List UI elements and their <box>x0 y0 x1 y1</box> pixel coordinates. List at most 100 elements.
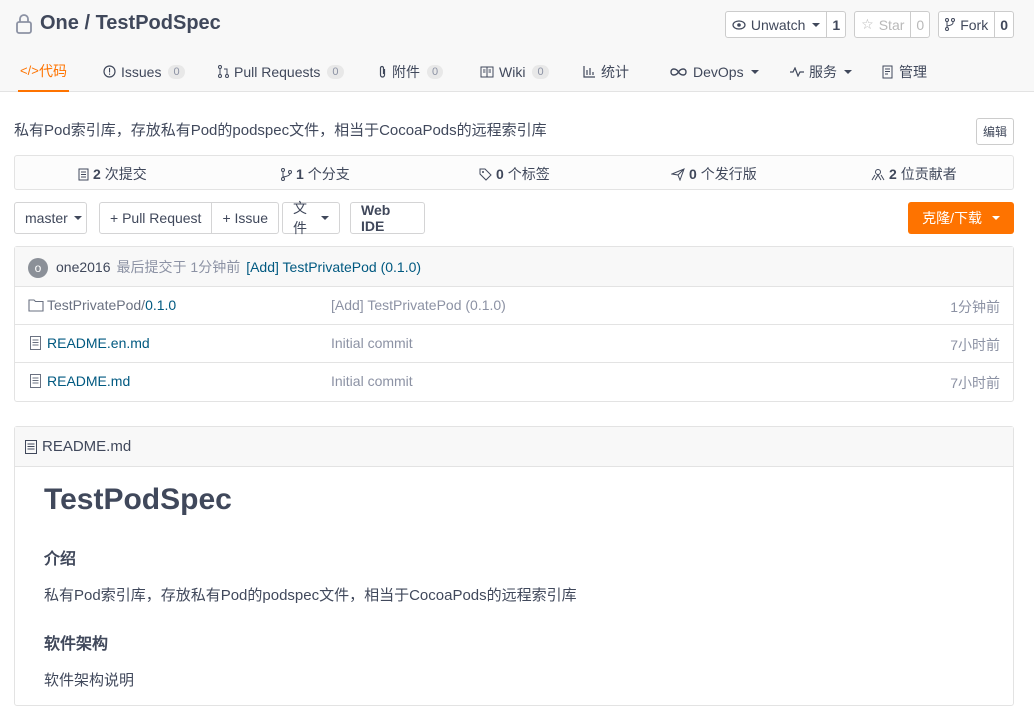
fork-count[interactable]: 0 <box>995 12 1013 37</box>
branch-icon <box>281 167 292 181</box>
clone-download-label: 克隆/下载 <box>922 210 982 226</box>
commit-time: 最后提交于 1分钟前 <box>116 258 241 275</box>
attachment-icon <box>379 65 386 78</box>
web-ide-button[interactable]: Web IDE <box>350 202 425 234</box>
file-name[interactable]: TestPrivatePod/0.1.0 <box>47 297 176 313</box>
stat-commits-count: 2 <box>93 166 101 182</box>
tab-devops[interactable]: DevOps <box>669 51 759 92</box>
contributors-icon <box>871 168 885 180</box>
tab-issues-count: 0 <box>168 64 185 79</box>
star-icon: ☆ <box>861 16 874 32</box>
file-commit-message[interactable]: Initial commit <box>331 373 413 389</box>
tab-service-label: 服务 <box>809 63 837 80</box>
star-button[interactable]: ☆ Star 0 <box>854 11 931 38</box>
table-row[interactable]: README.md Initial commit 7小时前 <box>15 363 1013 401</box>
branch-select[interactable]: master <box>14 202 87 234</box>
stat-contributors[interactable]: 2 位贡献者 <box>871 164 957 184</box>
chevron-down-icon <box>750 69 759 74</box>
lock-icon <box>16 13 32 34</box>
stat-tags-count: 0 <box>496 166 504 182</box>
service-icon <box>790 66 804 77</box>
file-commit-message[interactable]: Initial commit <box>331 335 413 351</box>
file-icon <box>30 374 41 388</box>
tab-issues-label: Issues <box>121 63 162 80</box>
release-icon <box>671 167 685 181</box>
tab-attachments-label: 附件 <box>392 63 420 80</box>
fork-icon <box>945 18 956 31</box>
tag-icon <box>479 168 492 181</box>
tab-attachments[interactable]: 附件 0 <box>378 51 444 92</box>
last-commit-row: o one2016 最后提交于 1分钟前 [Add] TestPrivatePo… <box>15 247 1013 287</box>
new-issue-button[interactable]: + Issue <box>211 203 278 233</box>
file-commit-time: 1分钟前 <box>950 299 1000 315</box>
readme-header: README.md <box>15 427 1013 467</box>
fork-label: Fork <box>960 16 989 33</box>
repo-actions: Unwatch 1 ☆ Star 0 Fork 0 <box>724 11 1014 38</box>
stat-branches[interactable]: 1 个分支 <box>281 164 350 184</box>
file-name[interactable]: README.en.md <box>47 335 150 351</box>
chevron-down-icon <box>844 69 852 74</box>
readme-intro-text: 私有Pod索引库，存放私有Pod的podspec文件，相当于CocoaPods的… <box>44 587 577 604</box>
chevron-down-icon <box>812 22 821 27</box>
issue-icon <box>103 65 116 78</box>
pull-request-icon <box>218 65 229 78</box>
tab-code[interactable]: </> 代码 <box>18 51 69 92</box>
star-count[interactable]: 0 <box>911 12 929 37</box>
chevron-down-icon <box>73 216 82 220</box>
table-row[interactable]: README.en.md Initial commit 7小时前 <box>15 325 1013 363</box>
tab-devops-label: DevOps <box>693 63 744 80</box>
watch-count[interactable]: 1 <box>827 12 845 37</box>
tab-wiki[interactable]: Wiki 0 <box>480 51 549 92</box>
watch-button[interactable]: Unwatch 1 <box>724 11 847 38</box>
repo-stats-bar: 2 次提交 1 个分支 0 个标签 0 个发行版 2 位贡献者 <box>14 155 1014 190</box>
branch-select-label: master <box>25 210 68 226</box>
file-name[interactable]: README.md <box>47 373 130 389</box>
commit-message[interactable]: [Add] TestPrivatePod (0.1.0) <box>246 259 421 275</box>
code-icon: </> <box>20 63 39 78</box>
folder-path: TestPrivatePod/ <box>47 297 146 313</box>
repo-header: One / TestPodSpec Unwatch 1 ☆ Star 0 For… <box>0 0 1034 92</box>
stat-commits-label: 次提交 <box>104 166 147 182</box>
fork-button[interactable]: Fork 0 <box>938 11 1014 38</box>
wiki-icon <box>480 66 494 77</box>
repo-description: 私有Pod索引库，存放私有Pod的podspec文件，相当于CocoaPods的… <box>14 122 547 139</box>
stats-icon <box>583 65 595 78</box>
folder-icon <box>28 299 44 312</box>
commit-author[interactable]: one2016 <box>56 259 111 275</box>
tab-attachments-count: 0 <box>427 64 444 79</box>
new-pull-request-button[interactable]: + Pull Request <box>100 203 211 233</box>
edit-description-button[interactable]: 编辑 <box>975 118 1014 145</box>
tab-manage[interactable]: 管理 <box>882 51 927 92</box>
devops-icon <box>670 67 687 76</box>
avatar[interactable]: o <box>28 257 48 278</box>
eye-icon <box>732 19 746 30</box>
new-pr-issue-group: + Pull Request + Issue <box>99 202 279 234</box>
folder-leaf: 0.1.0 <box>145 297 177 313</box>
table-row[interactable]: TestPrivatePod/0.1.0 [Add] TestPrivatePo… <box>15 287 1013 325</box>
clone-download-button[interactable]: 克隆/下载 <box>908 202 1014 234</box>
chevron-down-icon <box>992 216 1000 220</box>
stat-commits[interactable]: 2 次提交 <box>78 164 147 184</box>
tab-pull-requests[interactable]: Pull Requests 0 <box>218 51 344 92</box>
file-table: o one2016 最后提交于 1分钟前 [Add] TestPrivatePo… <box>14 246 1014 402</box>
tab-service[interactable]: 服务 <box>790 51 852 92</box>
manage-icon <box>882 65 893 78</box>
stat-releases-count: 0 <box>689 166 697 182</box>
file-commit-message[interactable]: [Add] TestPrivatePod (0.1.0) <box>331 297 506 313</box>
stat-contributors-label: 位贡献者 <box>900 166 957 182</box>
tab-pull-requests-count: 0 <box>327 64 344 79</box>
repo-full-name[interactable]: One / TestPodSpec <box>40 12 221 35</box>
files-menu-label: 文件 <box>293 200 307 236</box>
web-ide-label: Web IDE <box>361 202 391 234</box>
stat-releases[interactable]: 0 个发行版 <box>671 164 757 184</box>
tab-stats[interactable]: 统计 <box>583 51 629 92</box>
tab-pull-requests-label: Pull Requests <box>234 63 321 80</box>
files-menu-button[interactable]: 文件 <box>282 200 340 236</box>
tab-issues[interactable]: Issues 0 <box>103 51 185 92</box>
tab-stats-label: 统计 <box>601 63 629 80</box>
readme-heading-arch: 软件架构 <box>44 636 109 653</box>
tab-manage-label: 管理 <box>899 63 927 80</box>
tab-code-label: 代码 <box>39 62 67 79</box>
stat-tags[interactable]: 0 个标签 <box>479 164 550 184</box>
file-icon <box>25 439 37 454</box>
